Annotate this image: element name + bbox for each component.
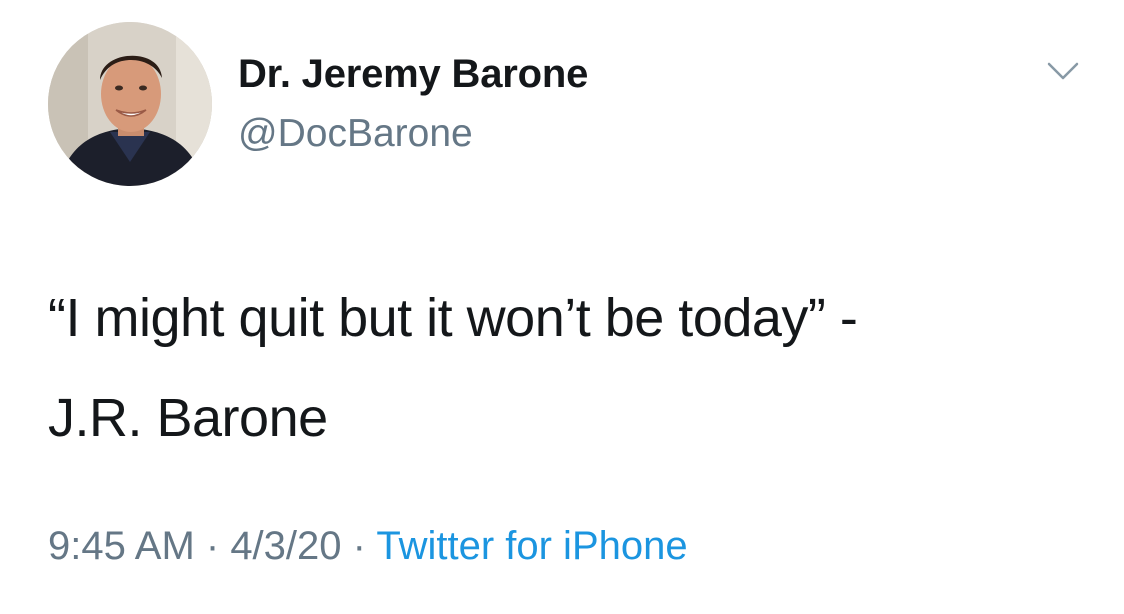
- avatar[interactable]: [48, 22, 212, 186]
- meta-separator: ·: [341, 524, 377, 568]
- display-name[interactable]: Dr. Jeremy Barone: [238, 52, 588, 97]
- tweet-time[interactable]: 9:45 AM: [48, 524, 195, 568]
- tweet-meta: 9:45 AM · 4/3/20 · Twitter for iPhone: [48, 524, 688, 569]
- tweet-card: Dr. Jeremy Barone @DocBarone “I might qu…: [0, 0, 1124, 614]
- tweet-text-line: “I might quit but it won’t be today” -: [48, 288, 858, 348]
- tweet-text-line: J.R. Barone: [48, 388, 328, 448]
- tweet-source-link[interactable]: Twitter for iPhone: [376, 524, 687, 568]
- chevron-down-icon[interactable]: [1043, 56, 1083, 88]
- meta-separator: ·: [194, 524, 231, 568]
- tweet-text: “I might quit but it won’t be today” - J…: [48, 268, 1098, 468]
- tweet-date[interactable]: 4/3/20: [230, 524, 341, 568]
- user-handle[interactable]: @DocBarone: [238, 112, 473, 156]
